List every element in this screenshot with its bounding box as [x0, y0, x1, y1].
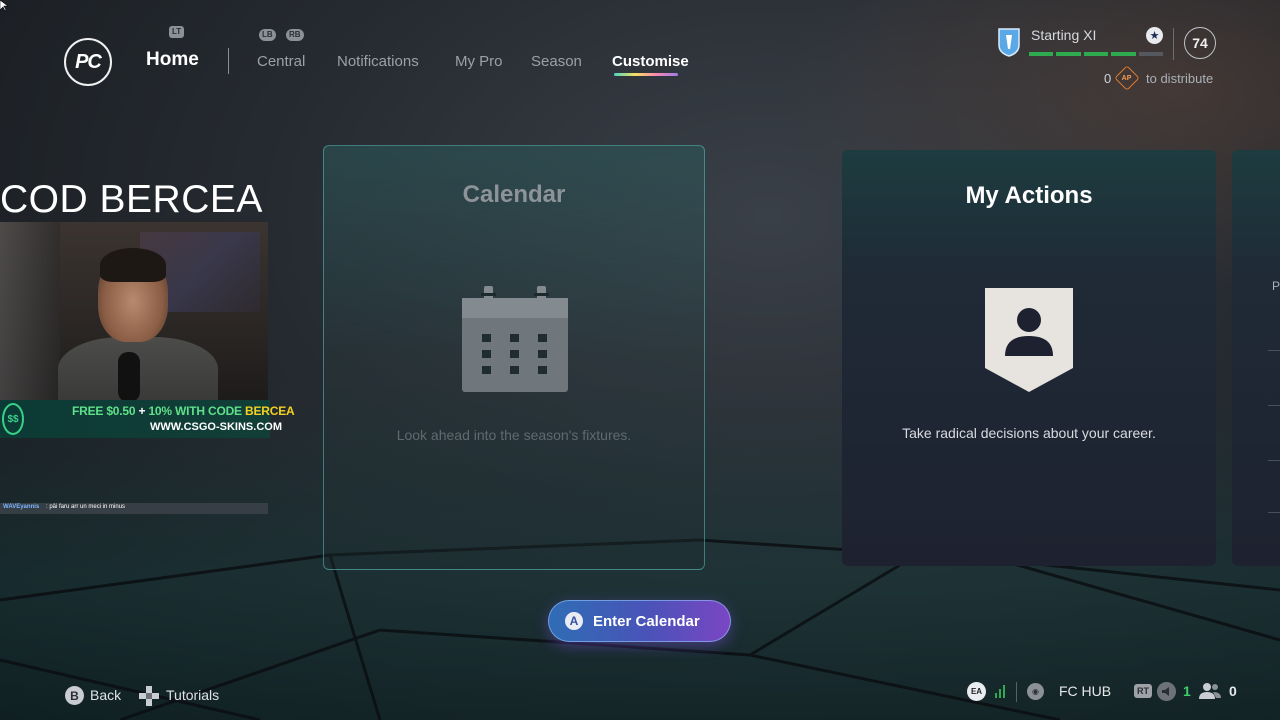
next-card-divider — [1268, 512, 1280, 513]
rating-segment — [1029, 52, 1054, 56]
hub-icon[interactable]: ◉ — [1027, 683, 1044, 700]
star-icon: ★ — [1146, 27, 1163, 44]
party-count: 1 — [1183, 683, 1191, 699]
mouse-cursor-icon — [0, 0, 8, 12]
chat-overlay — [0, 503, 268, 514]
footer-divider — [1016, 682, 1017, 702]
tab-my-pro[interactable]: My Pro — [455, 53, 503, 70]
chat-message: : pâi faru arr un meci in minus — [46, 504, 126, 510]
tab-season[interactable]: Season — [531, 53, 582, 70]
my-actions-card-description: Take radical decisions about your career… — [902, 425, 1156, 441]
microphone-icon — [118, 352, 140, 402]
person-badge-icon — [985, 288, 1073, 392]
ap-icon-label: AP — [1122, 74, 1132, 82]
webcam-person-hair — [100, 248, 166, 282]
ea-icon: EA — [967, 682, 986, 701]
tab-customise[interactable]: Customise — [612, 53, 689, 70]
home-title[interactable]: Home — [146, 49, 199, 71]
promo-offer-amount: FREE $0.50 — [72, 404, 136, 418]
back-button[interactable]: Back — [90, 687, 121, 703]
ap-label: to distribute — [1146, 71, 1214, 86]
next-card-partial[interactable]: P — [1232, 150, 1280, 566]
next-card-title-partial: P — [1272, 279, 1280, 293]
enter-calendar-label: Enter Calendar — [593, 612, 700, 630]
my-actions-card-title: My Actions — [965, 182, 1093, 209]
promo-offer-percent: 10% WITH CODE — [148, 404, 245, 418]
rating-segment — [1138, 52, 1164, 56]
nav-divider — [228, 48, 229, 74]
webcam-feed — [0, 222, 268, 402]
left-trigger-hint: LT — [169, 26, 185, 38]
next-card-divider — [1268, 350, 1280, 351]
rating-segment — [1056, 52, 1081, 56]
rating-progress-bar — [1029, 52, 1164, 56]
dollar-coin-icon: $$ — [2, 403, 24, 435]
stream-code-text: COD BERCEA — [0, 178, 263, 221]
status-divider — [1173, 28, 1174, 60]
tutorials-button[interactable]: Tutorials — [166, 687, 219, 703]
promo-plus: + — [135, 404, 149, 418]
friends-icon[interactable] — [1198, 682, 1222, 700]
friends-count: 0 — [1229, 683, 1237, 699]
chat-username: WAVEyannis — [3, 504, 40, 510]
promo-offer-text: FREE $0.50 + 10% WITH CODE BERCEA — [72, 404, 295, 418]
promo-code: BERCEA — [245, 404, 295, 418]
attribute-points-icon: AP — [1114, 65, 1140, 91]
signal-strength-icon — [995, 684, 1007, 698]
club-crest-icon — [998, 28, 1020, 57]
tab-notifications[interactable]: Notifications — [337, 53, 419, 70]
ap-count: 0 — [1104, 71, 1112, 86]
rating-segment — [1083, 52, 1109, 56]
calendar-card[interactable]: Calendar Look ahead into the season's fi… — [323, 145, 705, 570]
a-button-icon: A — [565, 612, 583, 630]
calendar-card-title: Calendar — [462, 181, 566, 208]
pc-logo: PC — [64, 38, 112, 86]
promo-url: WWW.CSGO-SKINS.COM — [150, 421, 282, 433]
tab-central[interactable]: Central — [257, 53, 305, 70]
fc-hub-button[interactable]: FC HUB — [1059, 683, 1111, 699]
webcam-bg-left — [0, 222, 60, 402]
calendar-card-description: Look ahead into the season's fixtures. — [396, 427, 632, 443]
right-bumper-hint: RB — [286, 29, 304, 41]
my-actions-card[interactable]: My Actions Take radical decisions about … — [842, 150, 1216, 566]
overall-rating: 74 — [1184, 27, 1216, 59]
left-bumper-hint: LB — [259, 29, 276, 41]
right-trigger-hint: RT — [1134, 684, 1152, 698]
active-tab-indicator — [614, 73, 678, 76]
next-card-divider — [1268, 460, 1280, 461]
calendar-icon — [462, 286, 568, 392]
next-card-divider — [1268, 405, 1280, 406]
enter-calendar-button[interactable]: A Enter Calendar — [548, 600, 731, 642]
squad-name: Starting XI — [1031, 27, 1097, 43]
b-button-icon[interactable]: B — [65, 686, 84, 705]
rating-segment — [1111, 52, 1136, 56]
dpad-icon[interactable] — [137, 684, 161, 708]
speaker-icon[interactable] — [1157, 682, 1176, 701]
